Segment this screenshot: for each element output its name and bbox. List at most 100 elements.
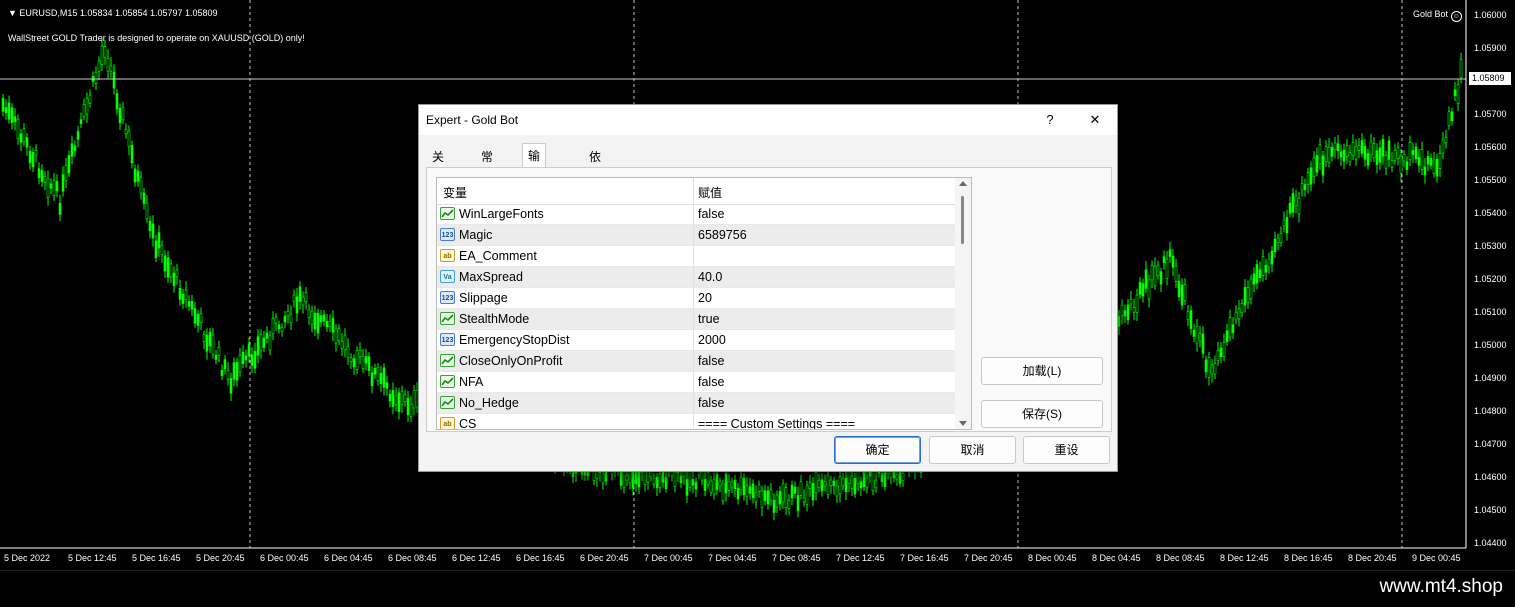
time-tick-label: 9 Dec 00:45 [1412, 553, 1461, 563]
param-type-str-icon: ab [440, 417, 455, 429]
price-tick-label: 1.05500 [1474, 175, 1507, 185]
status-bar [0, 570, 1515, 607]
time-tick-label: 7 Dec 00:45 [644, 553, 693, 563]
input-parameters-grid[interactable]: 变量 赋值 WinLargeFonts false 123 Magic 6589756 a… [436, 177, 972, 430]
ok-button[interactable]: 确定 [834, 436, 921, 464]
parameter-row[interactable]: WinLargeFonts false [437, 204, 955, 225]
price-tick-label: 1.05400 [1474, 208, 1507, 218]
price-tick-label: 1.05600 [1474, 142, 1507, 152]
grid-scrollbar[interactable] [955, 178, 971, 429]
param-value[interactable]: ==== Custom Settings ==== [698, 417, 855, 429]
scroll-up-icon[interactable] [959, 181, 967, 186]
help-button[interactable]: ? [1037, 110, 1063, 130]
param-type-bool-icon [440, 396, 455, 409]
time-tick-label: 6 Dec 16:45 [516, 553, 565, 563]
current-price-tag: 1.05809 [1469, 72, 1511, 85]
column-divider [693, 246, 694, 266]
price-tick-label: 1.05900 [1474, 43, 1507, 53]
param-type-int-icon: 123 [440, 291, 455, 304]
dialog-title: Expert - Gold Bot [426, 113, 519, 127]
param-value[interactable]: true [698, 312, 720, 326]
parameter-row[interactable]: 123 EmergencyStopDist 2000 [437, 330, 955, 351]
column-divider [693, 393, 694, 413]
time-tick-label: 7 Dec 12:45 [836, 553, 885, 563]
parameter-row[interactable]: StealthMode true [437, 309, 955, 330]
time-tick-label: 8 Dec 04:45 [1092, 553, 1141, 563]
time-tick-label: 5 Dec 12:45 [68, 553, 117, 563]
cancel-button[interactable]: 取消 [929, 436, 1016, 464]
param-value[interactable]: 20 [698, 291, 712, 305]
param-type-bool-icon [440, 375, 455, 388]
param-value[interactable]: 40.0 [698, 270, 722, 284]
param-value[interactable]: false [698, 375, 724, 389]
price-tick-label: 1.05300 [1474, 241, 1507, 251]
param-name: No_Hedge [459, 396, 519, 410]
time-tick-label: 8 Dec 16:45 [1284, 553, 1333, 563]
param-value[interactable]: 2000 [698, 333, 726, 347]
save-button[interactable]: 保存(S) [981, 400, 1103, 428]
param-type-bool-icon [440, 354, 455, 367]
column-divider [693, 225, 694, 245]
time-tick-label: 5 Dec 20:45 [196, 553, 245, 563]
param-name: MaxSpread [459, 270, 523, 284]
param-name: EA_Comment [459, 249, 537, 263]
param-value[interactable]: false [698, 396, 724, 410]
param-value[interactable]: false [698, 207, 724, 221]
tab-dependencies[interactable]: 依存关系 [583, 145, 607, 230]
reset-button[interactable]: 重设 [1023, 436, 1110, 464]
time-tick-label: 6 Dec 00:45 [260, 553, 309, 563]
scroll-thumb[interactable] [961, 196, 964, 244]
column-divider [693, 351, 694, 371]
close-button[interactable]: ✕ [1082, 110, 1108, 130]
price-tick-label: 1.04700 [1474, 439, 1507, 449]
column-divider [693, 330, 694, 350]
time-tick-label: 7 Dec 20:45 [964, 553, 1013, 563]
parameter-row[interactable]: No_Hedge false [437, 393, 955, 414]
parameter-row[interactable]: 123 Magic 6589756 [437, 225, 955, 246]
price-tick-label: 1.05200 [1474, 274, 1507, 284]
param-type-str-icon: ab [440, 249, 455, 262]
column-value[interactable]: 赋值 [698, 184, 722, 201]
watermark: www.mt4.shop [1379, 576, 1503, 597]
column-divider [693, 309, 694, 329]
symbol-header[interactable]: ▼ EURUSD,M15 1.05834 1.05854 1.05797 1.0… [8, 8, 218, 18]
price-tick-label: 1.05700 [1474, 109, 1507, 119]
param-name: CS [459, 417, 477, 430]
column-variable[interactable]: 变量 [443, 184, 467, 201]
grid-header: 变量 赋值 [437, 178, 955, 205]
param-type-int-icon: 123 [440, 228, 455, 241]
time-tick-label: 8 Dec 00:45 [1028, 553, 1077, 563]
column-divider [693, 288, 694, 308]
tab-inputs[interactable]: 输入参数 [522, 143, 547, 235]
column-divider [693, 178, 694, 204]
price-tick-label: 1.06000 [1474, 10, 1507, 20]
parameter-row[interactable]: NFA false [437, 372, 955, 393]
tab-common[interactable]: 常用 [475, 145, 499, 186]
parameter-row[interactable]: 123 Slippage 20 [437, 288, 955, 309]
time-tick-label: 6 Dec 20:45 [580, 553, 629, 563]
param-value[interactable]: false [698, 354, 724, 368]
column-divider [693, 267, 694, 287]
load-button[interactable]: 加载(L) [981, 357, 1103, 385]
time-tick-label: 7 Dec 04:45 [708, 553, 757, 563]
param-name: NFA [459, 375, 484, 389]
param-name: Slippage [459, 291, 508, 305]
smiley-icon: ☺ [1450, 11, 1462, 22]
parameter-row[interactable]: ab CS ==== Custom Settings ==== [437, 414, 955, 430]
price-tick-label: 1.04500 [1474, 505, 1507, 515]
price-tick-label: 1.04900 [1474, 373, 1507, 383]
dialog-titlebar[interactable]: Expert - Gold Bot ? ✕ [419, 105, 1117, 135]
parameter-row[interactable]: ab EA_Comment [437, 246, 955, 267]
parameter-row[interactable]: Va MaxSpread 40.0 [437, 267, 955, 288]
price-tick-label: 1.04600 [1474, 472, 1507, 482]
parameter-row[interactable]: CloseOnlyOnProfit false [437, 351, 955, 372]
time-tick-label: 5 Dec 2022 [4, 553, 51, 563]
param-name: StealthMode [459, 312, 530, 326]
time-tick-label: 8 Dec 12:45 [1220, 553, 1269, 563]
tab-about[interactable]: 关于 [426, 145, 450, 186]
time-tick-label: 8 Dec 08:45 [1156, 553, 1205, 563]
scroll-down-icon[interactable] [959, 421, 967, 426]
ea-name-label[interactable]: Gold Bot ☺ [1413, 9, 1462, 22]
param-value[interactable]: 6589756 [698, 228, 747, 242]
param-type-dbl-icon: Va [440, 270, 455, 283]
